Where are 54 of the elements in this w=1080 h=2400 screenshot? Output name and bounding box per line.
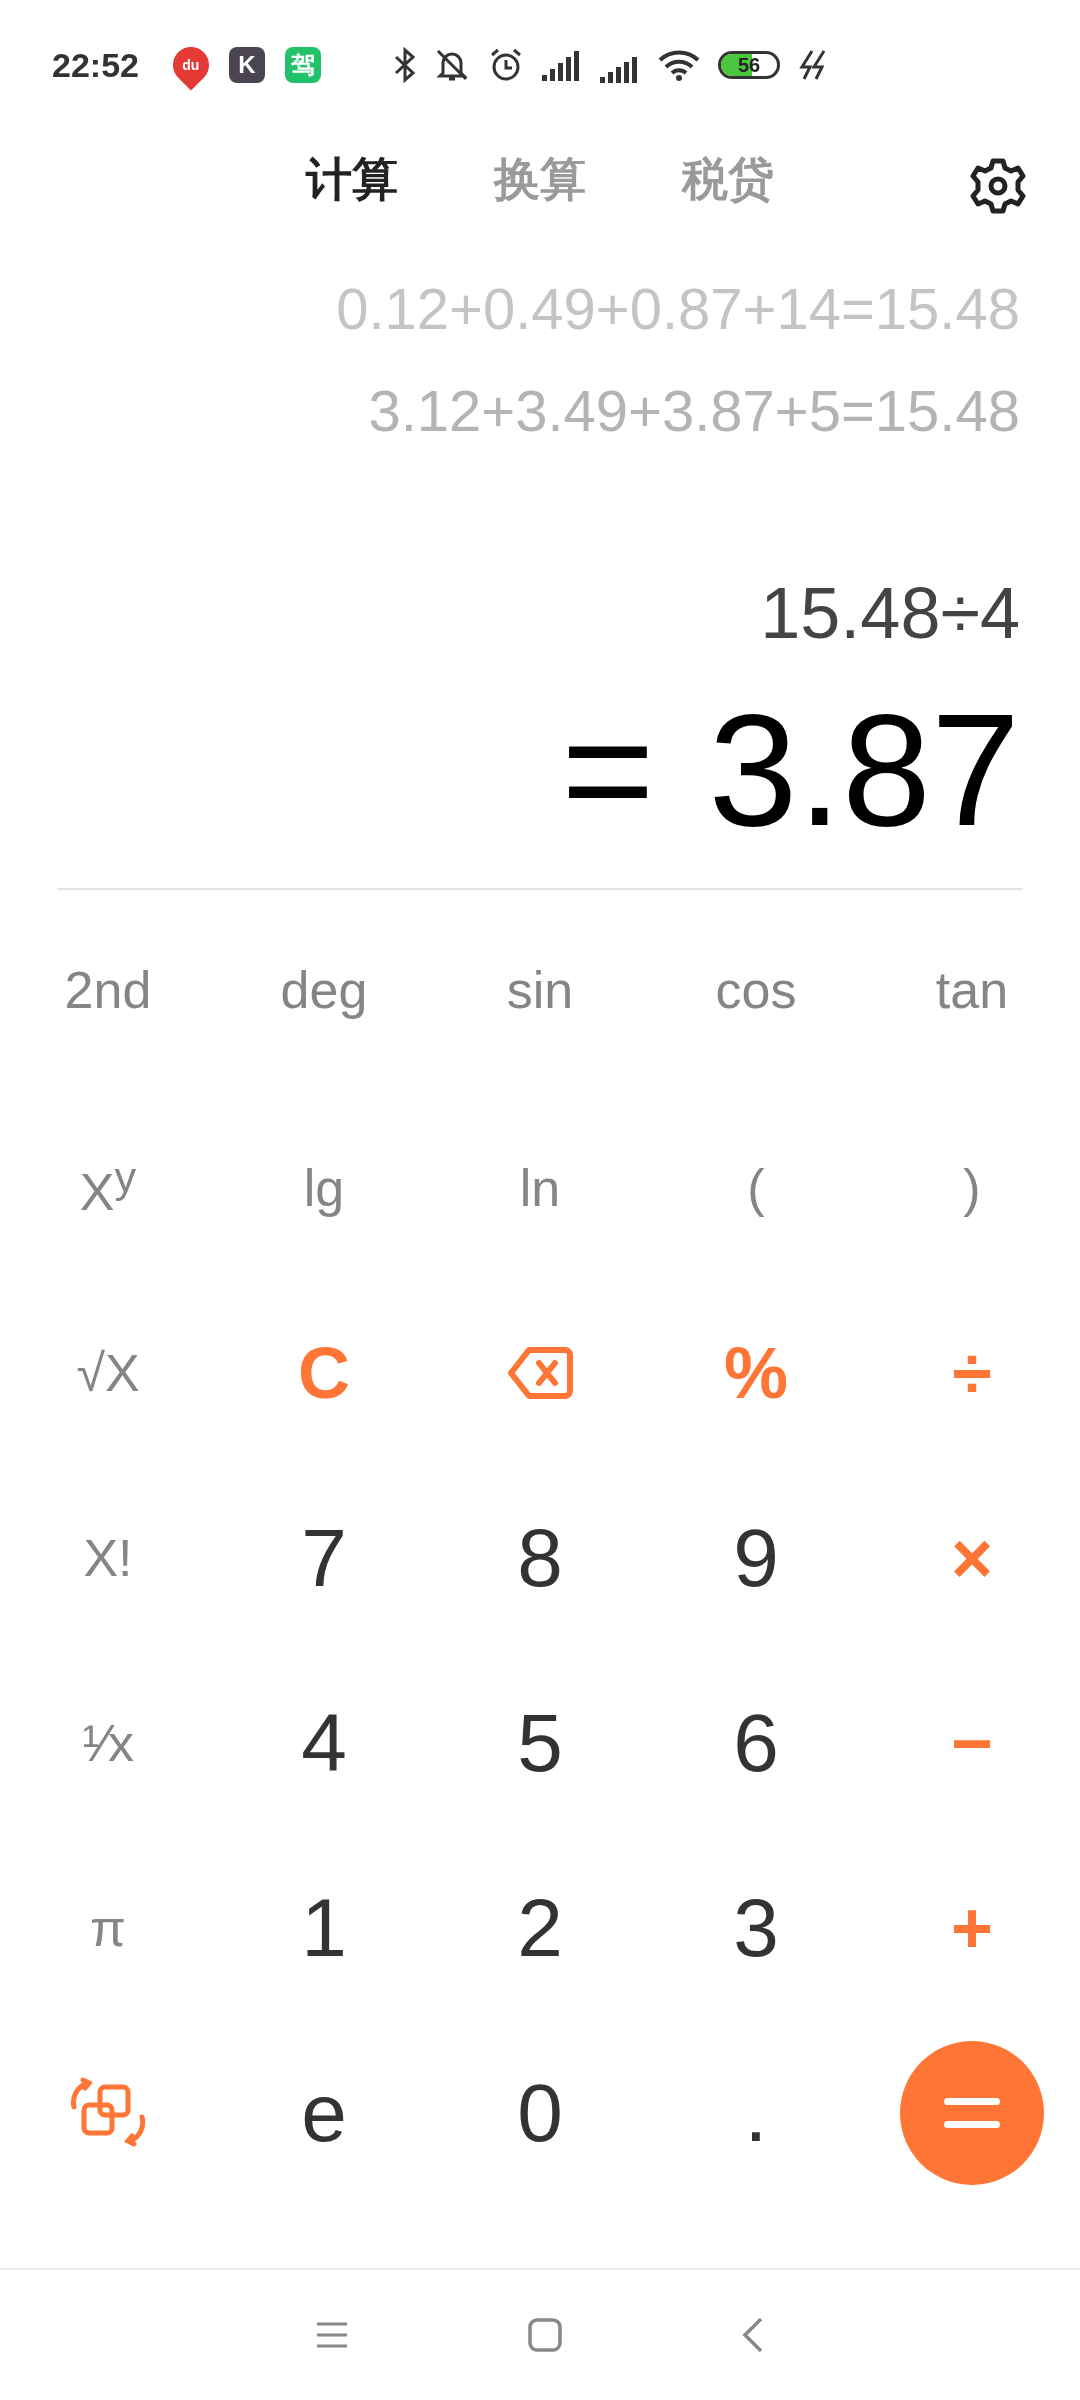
calculator-key[interactable]: 5	[517, 1695, 563, 1790]
expression: 15.48÷4	[760, 572, 1020, 655]
switch-layout-button[interactable]	[70, 2076, 146, 2149]
mode-tab[interactable]: 换算	[494, 149, 586, 211]
calculator-key[interactable]: e	[301, 2065, 347, 2160]
function-key[interactable]: deg	[280, 960, 368, 1020]
notification-app-icon: 驾	[284, 47, 321, 83]
mode-tab[interactable]: 税贷	[682, 149, 774, 211]
calculator-key[interactable]: +	[950, 1886, 993, 1969]
calculator-key[interactable]: 3	[733, 1880, 779, 1975]
calculator-key[interactable]: )	[963, 1157, 981, 1218]
calculator-key[interactable]: X!	[83, 1527, 133, 1588]
calculator-key[interactable]: C	[298, 1331, 350, 1414]
calculator-key[interactable]: ¹⁄x	[82, 1712, 134, 1773]
calculator-key[interactable]: π	[90, 1897, 126, 1958]
calculator-key[interactable]: 7	[301, 1510, 347, 1605]
history-entry[interactable]: 3.12+3.49+3.87+5=15.48	[368, 360, 1020, 462]
function-key[interactable]: sin	[506, 960, 574, 1020]
calculator-key[interactable]: X$^{y}$	[79, 1152, 137, 1223]
calculator-key[interactable]: lg	[303, 1157, 345, 1218]
calculator-key[interactable]: −	[950, 1701, 993, 1784]
calculator-key[interactable]: 1	[301, 1880, 347, 1975]
equals-icon	[944, 2097, 1000, 2128]
calculator-key[interactable]: √X	[76, 1342, 140, 1403]
result: 3.87	[708, 690, 1020, 850]
home-icon[interactable]	[528, 2318, 562, 2352]
mode-tab[interactable]: 计算	[306, 149, 398, 211]
signal-icon	[542, 49, 582, 81]
menu-icon[interactable]	[316, 2321, 348, 2349]
function-key[interactable]: cos	[715, 960, 797, 1020]
wifi-icon	[658, 49, 700, 81]
function-key[interactable]: 2nd	[64, 960, 152, 1020]
settings-icon[interactable]	[968, 156, 1028, 216]
calculator-key[interactable]: 9	[733, 1510, 779, 1605]
calculator-key[interactable]: 4	[301, 1695, 347, 1790]
calculator-key[interactable]: %	[724, 1331, 788, 1414]
status-time: 22:52	[52, 45, 139, 85]
calculator-key[interactable]: 8	[517, 1510, 563, 1605]
bluetooth-icon	[394, 47, 416, 83]
muted-bell-icon	[434, 47, 470, 83]
calculator-key[interactable]: ÷	[952, 1331, 992, 1414]
notification-app-icon: K	[228, 47, 265, 83]
back-icon[interactable]	[742, 2317, 764, 2353]
calculator-key[interactable]: ×	[950, 1516, 993, 1599]
calculator-key[interactable]: 6	[733, 1695, 779, 1790]
calculator-key[interactable]: (	[747, 1157, 765, 1218]
equals-sign: =	[561, 690, 655, 850]
calculator-key[interactable]: ln	[519, 1157, 561, 1218]
calculator-key[interactable]: 0	[517, 2065, 563, 2160]
calculator-key[interactable]: .	[744, 2065, 768, 2160]
alarm-icon	[488, 47, 524, 83]
calculator-key[interactable]: 2	[517, 1880, 563, 1975]
backspace-button[interactable]	[507, 1345, 573, 1400]
function-key[interactable]: tan	[935, 960, 1009, 1020]
